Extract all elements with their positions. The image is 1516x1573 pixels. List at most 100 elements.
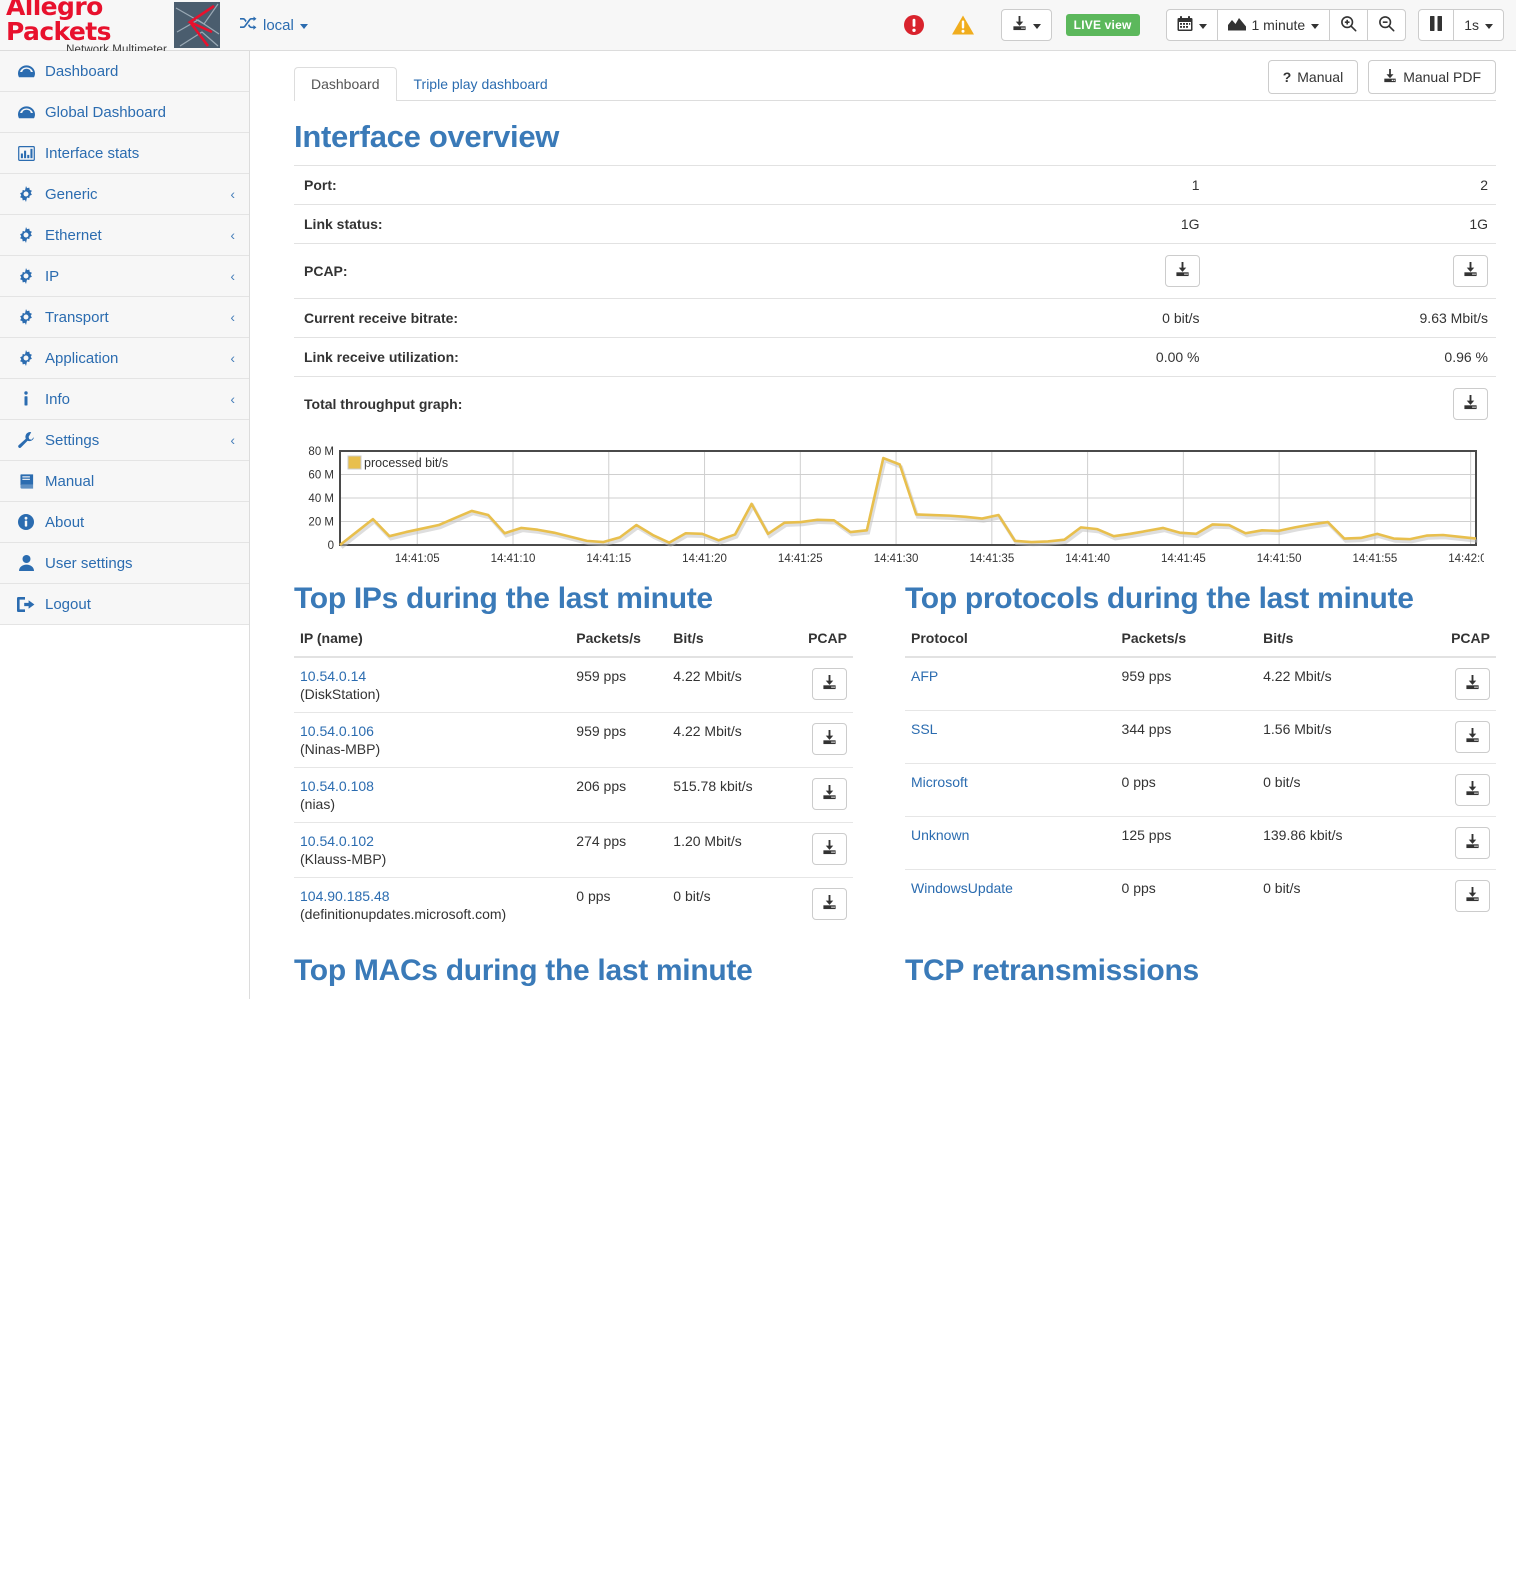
manual-button[interactable]: ? Manual — [1268, 60, 1358, 94]
sidebar-item-application[interactable]: Application‹ — [0, 338, 249, 379]
throughput-graph-download-button[interactable] — [1453, 388, 1488, 420]
brand-logo-group[interactable]: Allegro Packets Network Multimeter — [0, 0, 220, 56]
packets-per-second: 274 pps — [570, 823, 667, 878]
pcap-download-button[interactable] — [1455, 827, 1490, 859]
protocol-link[interactable]: Unknown — [911, 827, 1110, 843]
pause-button[interactable] — [1418, 9, 1454, 41]
total-throughput-chart[interactable]: 020 M40 M60 M80 M14:41:0514:41:1014:41:1… — [294, 443, 1496, 568]
sidebar-item-label: Dashboard — [45, 63, 235, 80]
zoom-out-button[interactable] — [1367, 9, 1406, 41]
sidebar-item-settings[interactable]: Settings‹ — [0, 420, 249, 461]
pcap-download-button[interactable] — [812, 668, 847, 700]
pcap-port2-cell — [1208, 244, 1496, 299]
column-header: Packets/s — [570, 626, 667, 657]
column-header: Bit/s — [1257, 626, 1426, 657]
column-header: Protocol — [905, 626, 1116, 657]
pcap-download-button[interactable] — [1455, 880, 1490, 912]
sidebar-item-generic[interactable]: Generic‹ — [0, 174, 249, 215]
protocol-link[interactable]: WindowsUpdate — [911, 880, 1110, 896]
timerange-button[interactable]: 1 minute — [1217, 9, 1331, 41]
overview-label: Link status: — [294, 205, 919, 244]
pcap-download-button[interactable] — [1455, 668, 1490, 700]
x-tick-label: 14:41:25 — [778, 553, 823, 565]
download-icon — [1383, 69, 1397, 86]
dashboard-icon — [16, 105, 36, 120]
ip-address-link[interactable]: 104.90.185.48 — [300, 888, 564, 904]
protocol-link[interactable]: AFP — [911, 668, 1110, 684]
protocol-cell: SSL — [905, 711, 1116, 764]
top-macs-title: Top MACs during the last minute — [294, 954, 853, 988]
chevron-left-icon: ‹ — [230, 186, 235, 202]
download-dropdown-button[interactable] — [1001, 9, 1052, 41]
pcap-download-button[interactable] — [812, 778, 847, 810]
protocol-link[interactable]: SSL — [911, 721, 1110, 737]
throughput-series-line — [340, 458, 1476, 545]
ip-address-link[interactable]: 10.54.0.106 — [300, 723, 564, 739]
protocol-link[interactable]: Microsoft — [911, 774, 1110, 790]
sidebar-item-logout[interactable]: Logout — [0, 584, 249, 625]
y-tick-label: 20 M — [308, 517, 334, 529]
sidebar-item-label: Global Dashboard — [45, 104, 235, 121]
pcap-download-button[interactable] — [1455, 774, 1490, 806]
overview-row: Total throughput graph: — [294, 377, 1496, 432]
bits-per-second: 4.22 Mbit/s — [1257, 657, 1426, 711]
sidebar-item-manual[interactable]: Manual — [0, 461, 249, 502]
ip-address-name: (nias) — [300, 796, 564, 812]
gear-icon — [16, 186, 36, 202]
tcp-retransmissions-panel: TCP retransmissions — [895, 932, 1496, 988]
sidebar-item-ip[interactable]: IP‹ — [0, 256, 249, 297]
ip-address-link[interactable]: 10.54.0.14 — [300, 668, 564, 684]
manual-pdf-button[interactable]: Manual PDF — [1368, 60, 1496, 94]
overview-row: Link status:1G1G — [294, 205, 1496, 244]
pcap-download-button[interactable] — [812, 723, 847, 755]
pcap-download-button[interactable] — [812, 833, 847, 865]
calendar-button[interactable] — [1166, 9, 1218, 41]
y-tick-label: 80 M — [308, 446, 334, 458]
download-icon — [822, 785, 837, 803]
download-icon — [1465, 781, 1480, 799]
bits-per-second: 515.78 kbit/s — [667, 768, 783, 823]
sidebar-item-dashboard[interactable]: Dashboard — [0, 51, 249, 92]
pcap-download-port2-button[interactable] — [1453, 255, 1488, 287]
live-view-badge[interactable]: LIVE view — [1066, 14, 1140, 36]
x-tick-label: 14:41:10 — [491, 553, 536, 565]
x-tick-label: 14:41:30 — [874, 553, 919, 565]
table-row: SSL344 pps1.56 Mbit/s — [905, 711, 1496, 764]
sidebar-item-about[interactable]: About — [0, 502, 249, 543]
sidebar-item-global-dashboard[interactable]: Global Dashboard — [0, 92, 249, 133]
error-icon[interactable] — [903, 14, 925, 36]
chevron-down-icon — [1033, 24, 1041, 29]
ip-address-link[interactable]: 10.54.0.108 — [300, 778, 564, 794]
ip-address-link[interactable]: 10.54.0.102 — [300, 833, 564, 849]
site-selector[interactable]: local — [240, 16, 308, 34]
chevron-down-icon — [1199, 24, 1207, 29]
pcap-download-button[interactable] — [812, 888, 847, 920]
y-tick-label: 40 M — [308, 493, 334, 505]
sidebar: Dashboard Global Dashboard Interface stats… — [0, 51, 250, 999]
gear-icon — [16, 227, 36, 243]
sidebar-item-info[interactable]: Info‹ — [0, 379, 249, 420]
sidebar-item-transport[interactable]: Transport‹ — [0, 297, 249, 338]
pcap-port1-cell — [919, 244, 1207, 299]
x-tick-label: 14:41:40 — [1065, 553, 1110, 565]
zoom-in-button[interactable] — [1329, 9, 1368, 41]
pcap-download-button[interactable] — [1455, 721, 1490, 753]
pcap-download-port1-button[interactable] — [1165, 255, 1200, 287]
bits-per-second: 139.86 kbit/s — [1257, 817, 1426, 870]
sidebar-item-user-settings[interactable]: User settings — [0, 543, 249, 584]
sidebar-empty-area — [0, 625, 249, 1573]
pcap-cell — [783, 823, 853, 878]
sidebar-item-interface-stats[interactable]: Interface stats — [0, 133, 249, 174]
refresh-interval-button[interactable]: 1s — [1453, 9, 1504, 41]
tab-dashboard[interactable]: Dashboard — [294, 67, 397, 101]
tab-triple-play-dashboard[interactable]: Triple play dashboard — [397, 67, 565, 101]
table-row: WindowsUpdate0 pps0 bit/s — [905, 870, 1496, 923]
overview-value-port2: 0.96 % — [1208, 338, 1496, 377]
pcap-cell — [783, 768, 853, 823]
table-row: Unknown125 pps139.86 kbit/s — [905, 817, 1496, 870]
sidebar-item-ethernet[interactable]: Ethernet‹ — [0, 215, 249, 256]
pcap-cell — [1426, 657, 1496, 711]
column-header: Bit/s — [667, 626, 783, 657]
overview-value-port1: 0 bit/s — [919, 299, 1207, 338]
warning-icon[interactable] — [951, 14, 975, 36]
